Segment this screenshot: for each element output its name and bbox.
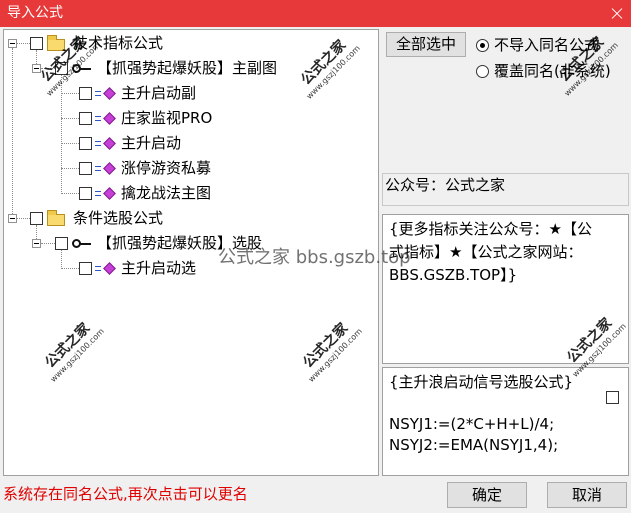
formula-diamond-icon — [95, 187, 117, 200]
key-icon — [72, 64, 92, 73]
tree-item-checkbox[interactable] — [30, 212, 43, 225]
select-all-button[interactable]: 全部选中 — [386, 32, 466, 57]
tree-item-checkbox[interactable] — [55, 62, 68, 75]
tree-item-label: 主升启动 — [121, 134, 182, 152]
import-formula-dialog: 导入公式 技术指标公式 【抓强势起爆妖股】主副图 主升启动副 庄家监视PRO 主… — [0, 0, 631, 513]
tree-item-label: 【抓强势起爆妖股】主副图 — [97, 59, 278, 77]
wechat-info-box: 公众号：公式之家 — [382, 173, 629, 206]
formula-header-comment: {主升浪启动信号选股公式} — [389, 373, 574, 391]
tree-connector-line — [41, 243, 55, 244]
tree-item-label: 主升启动副 — [121, 84, 197, 102]
tree-formula-item[interactable]: 涨停游资私募 — [4, 156, 378, 181]
tree-item-checkbox[interactable] — [55, 237, 68, 250]
title-bar[interactable]: 导入公式 — [0, 0, 631, 27]
tree-formula-item[interactable]: 主升启动选 — [4, 256, 378, 281]
tree-connector-line — [17, 43, 30, 44]
radio-label-skip-duplicates[interactable]: 不导入同名公式 — [494, 35, 599, 55]
tree-formula-item[interactable]: 主升启动副 — [4, 81, 378, 106]
tree-item-label: 技术指标公式 — [73, 34, 164, 52]
tree-item-label: 涨停游资私募 — [121, 159, 212, 177]
tree-group-main-sub-chart[interactable]: 【抓强势起爆妖股】主副图 — [4, 56, 378, 81]
formula-diamond-icon — [95, 137, 117, 150]
tree-item-label: 主升启动选 — [121, 259, 197, 277]
tree-item-label: 擒龙战法主图 — [121, 184, 212, 202]
close-icon[interactable] — [601, 0, 631, 27]
key-icon — [72, 239, 92, 248]
wechat-label: 公众号：公式之家 — [385, 176, 506, 194]
formula-diamond-icon — [95, 87, 117, 100]
radio-skip-duplicates[interactable] — [476, 39, 489, 52]
tree-item-checkbox[interactable] — [79, 87, 92, 100]
radio-label-overwrite-duplicates[interactable]: 覆盖同名(非系统) — [494, 61, 611, 81]
tree-connector-line — [41, 68, 55, 69]
tree-formula-item[interactable]: 擒龙战法主图 — [4, 181, 378, 206]
tree-connector-line — [61, 143, 79, 144]
tree-group-screening[interactable]: 【抓强势起爆妖股】选股 — [4, 231, 378, 256]
window-title: 导入公式 — [7, 5, 63, 21]
formula-description: {更多指标关注公众号：★【公式指标】★【公式之家网站：BBS.GSZB.TOP】… — [389, 220, 592, 284]
status-message: 系统存在同名公式,再次点击可以更名 — [3, 485, 248, 503]
tree-connector-line — [61, 168, 79, 169]
tree-item-checkbox[interactable] — [30, 37, 43, 50]
collapse-icon[interactable] — [32, 239, 41, 248]
tree-item-checkbox[interactable] — [79, 187, 92, 200]
preview-checkbox[interactable] — [606, 391, 619, 404]
tree-item-checkbox[interactable] — [79, 162, 92, 175]
formula-code: NSYJ1:=(2*C+H+L)/4; NSYJ2:=EMA(NSYJ1,4); — [389, 414, 558, 456]
formula-preview-box[interactable]: {主升浪启动信号选股公式} NSYJ1:=(2*C+H+L)/4; NSYJ2:… — [382, 367, 629, 476]
tree-item-checkbox[interactable] — [79, 137, 92, 150]
tree-item-label: 条件选股公式 — [73, 209, 164, 227]
code-line: NSYJ1:=(2*C+H+L)/4; — [389, 415, 555, 433]
tree-folder-technical-indicators[interactable]: 技术指标公式 — [4, 31, 378, 56]
tree-formula-item[interactable]: 主升启动 — [4, 131, 378, 156]
cancel-button[interactable]: 取消 — [547, 482, 627, 508]
formula-diamond-icon — [95, 112, 117, 125]
tree-connector-line — [61, 268, 79, 269]
tree-item-checkbox[interactable] — [79, 112, 92, 125]
folder-icon — [47, 210, 65, 226]
tree-item-label: 【抓强势起爆妖股】选股 — [97, 234, 263, 252]
collapse-icon[interactable] — [8, 214, 17, 223]
tree-connector-line — [61, 193, 79, 194]
formula-diamond-icon — [95, 162, 117, 175]
tree-item-label: 庄家监视PRO — [121, 109, 213, 127]
tree-connector-line — [61, 93, 79, 94]
tree-folder-condition-screening[interactable]: 条件选股公式 — [4, 206, 378, 231]
ok-button[interactable]: 确定 — [447, 482, 527, 508]
tree-connector-line — [17, 218, 30, 219]
tree-connector-line — [61, 118, 79, 119]
radio-overwrite-duplicates[interactable] — [476, 65, 489, 78]
folder-icon — [47, 35, 65, 51]
collapse-icon[interactable] — [8, 39, 17, 48]
tree-item-checkbox[interactable] — [79, 262, 92, 275]
formula-diamond-icon — [95, 262, 117, 275]
formula-tree[interactable]: 技术指标公式 【抓强势起爆妖股】主副图 主升启动副 庄家监视PRO 主升启动 涨… — [3, 29, 379, 476]
formula-description-box[interactable]: {更多指标关注公众号：★【公式指标】★【公式之家网站：BBS.GSZB.TOP】… — [382, 214, 629, 364]
collapse-icon[interactable] — [32, 64, 41, 73]
code-line: NSYJ2:=EMA(NSYJ1,4); — [389, 436, 559, 454]
tree-formula-item[interactable]: 庄家监视PRO — [4, 106, 378, 131]
